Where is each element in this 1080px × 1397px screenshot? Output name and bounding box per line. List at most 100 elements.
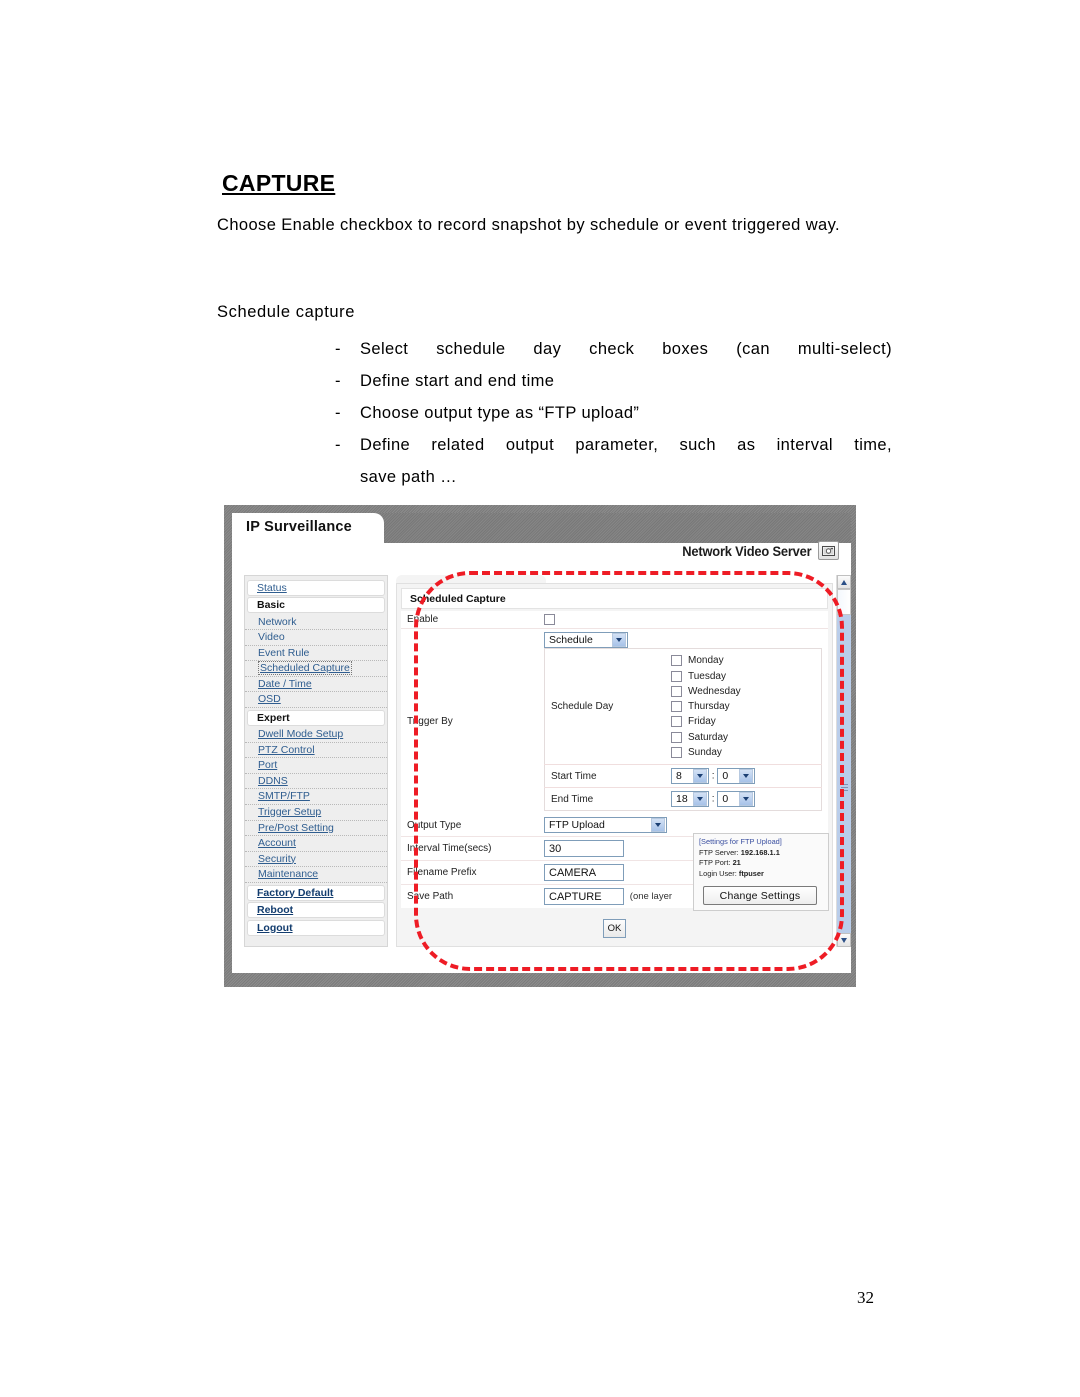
enable-label: Enable xyxy=(401,611,538,630)
sidebar-item-label: Event Rule xyxy=(258,646,310,659)
vertical-scrollbar[interactable] xyxy=(836,575,851,947)
sidebar-item-label: Reboot xyxy=(257,904,294,916)
output-type-value: FTP Upload xyxy=(549,819,605,832)
brand-title: IP Surveillance xyxy=(246,519,352,535)
sidebar-item-event-rule[interactable]: Event Rule xyxy=(245,645,387,662)
sidebar-item-pre-post-setting[interactable]: Pre/Post Setting xyxy=(245,820,387,837)
day-checkbox[interactable] xyxy=(671,731,682,743)
sidebar-item-label: Dwell Mode Setup xyxy=(258,728,344,741)
day-label: Friday xyxy=(688,716,716,728)
day-item-saturday[interactable]: Saturday xyxy=(671,730,815,745)
sidebar-item-network[interactable]: Network xyxy=(245,614,387,631)
sidebar-item-label: Trigger Setup xyxy=(258,806,322,819)
sidebar-item-ptz-control[interactable]: PTZ Control xyxy=(245,742,387,759)
sidebar-item-maintenance[interactable]: Maintenance xyxy=(245,867,387,883)
ftp-user-line: Login User: ftpuser xyxy=(699,869,823,880)
end-hour-value: 18 xyxy=(676,793,688,806)
day-label: Saturday xyxy=(688,731,729,743)
day-checkbox[interactable] xyxy=(671,670,682,682)
ftp-server-label: FTP Server: xyxy=(699,847,739,857)
save-path-note: (one layer xyxy=(629,891,673,903)
day-label: Tuesday xyxy=(688,670,726,682)
end-minute-value: 0 xyxy=(722,793,729,806)
sidebar-item-factory-default[interactable]: Factory Default xyxy=(247,884,385,901)
sidebar-item-label: Maintenance xyxy=(258,868,319,881)
day-checkbox[interactable] xyxy=(671,685,682,697)
day-item-tuesday[interactable]: Tuesday xyxy=(671,668,815,683)
sidebar-group-basic: Basic xyxy=(247,597,385,613)
scroll-down-arrow-icon[interactable] xyxy=(837,933,851,947)
sidebar-item-date-time[interactable]: Date / Time xyxy=(245,676,387,693)
list-item-text: Define start and end time xyxy=(360,372,555,390)
ftp-box-heading: [Settings for FTP Upload] xyxy=(699,837,782,846)
enable-checkbox[interactable] xyxy=(544,614,555,625)
save-path-input[interactable]: CAPTURE xyxy=(544,888,624,906)
sidebar-item-label: Logout xyxy=(257,921,293,934)
day-checkbox[interactable] xyxy=(671,716,682,728)
end-hour-select[interactable]: 18 xyxy=(671,791,709,808)
start-hour-select[interactable]: 8 xyxy=(671,768,709,785)
sidebar-item-video[interactable]: Video xyxy=(245,630,387,646)
filename-prefix-label: Filename Prefix xyxy=(401,860,538,886)
sidebar-item-smtp-ftp[interactable]: SMTP/FTP xyxy=(245,789,387,806)
day-item-sunday[interactable]: Sunday xyxy=(671,745,815,760)
sidebar-item-label: Port xyxy=(258,759,278,772)
day-item-monday[interactable]: Monday xyxy=(671,653,815,668)
sidebar-group-expert: Expert xyxy=(247,709,385,726)
filename-prefix-input[interactable]: CAMERA xyxy=(544,864,624,882)
sidebar-item-trigger-setup[interactable]: Trigger Setup xyxy=(245,805,387,821)
save-path-label: Save Path xyxy=(401,884,538,909)
sidebar-item-reboot[interactable]: Reboot xyxy=(247,902,385,918)
camera-icon[interactable] xyxy=(818,541,839,560)
day-checkbox[interactable] xyxy=(671,655,682,667)
bullet-dash: - xyxy=(335,404,341,422)
scroll-up-arrow-icon[interactable] xyxy=(837,575,851,589)
chevron-down-icon xyxy=(739,792,754,807)
interval-input[interactable]: 30 xyxy=(544,840,624,858)
table-row-start-time: Start Time 8 : 0 xyxy=(544,764,822,789)
enable-cell xyxy=(538,611,828,630)
sidebar-item-security[interactable]: Security xyxy=(245,851,387,868)
sidebar-item-account[interactable]: Account xyxy=(245,836,387,852)
header-brand-tab: IP Surveillance xyxy=(232,513,384,543)
sidebar-item-scheduled-capture[interactable]: Scheduled Capture xyxy=(245,661,387,677)
output-type-select[interactable]: FTP Upload xyxy=(544,817,667,834)
ok-button[interactable]: OK xyxy=(603,919,626,939)
table-row-schedule-day: Schedule Day Monday Tuesday Wednesday Th… xyxy=(544,648,822,766)
sidebar-item-label: DDNS xyxy=(258,774,288,787)
list-item-text: Select schedule day check boxes (can mul… xyxy=(360,340,892,358)
scrollbar-track[interactable] xyxy=(837,589,851,933)
trigger-mode-select[interactable]: Schedule xyxy=(544,632,628,649)
screenshot-figure: IP Surveillance Network Video Server Sta… xyxy=(224,505,856,987)
table-row-enable: Enable xyxy=(401,611,828,630)
start-minute-value: 0 xyxy=(722,770,729,783)
sidebar-item-port[interactable]: Port xyxy=(245,758,387,774)
day-checkbox[interactable] xyxy=(671,747,682,759)
sidebar-item-label: SMTP/FTP xyxy=(258,790,310,803)
sidebar-item-osd[interactable]: OSD xyxy=(245,692,387,709)
content-area: Scheduled Capture Enable Trigger By Sche… xyxy=(396,575,833,947)
sidebar-item-label: Scheduled Capture xyxy=(258,661,352,676)
day-item-friday[interactable]: Friday xyxy=(671,714,815,729)
trigger-by-cell: Schedule Schedule Day Monday Tuesday Wed… xyxy=(538,628,828,815)
ftp-port-line: FTP Port: 21 xyxy=(699,858,823,869)
sidebar-item-label: Account xyxy=(258,837,296,850)
sidebar-item-logout[interactable]: Logout xyxy=(247,919,385,936)
sidebar-nav: Status Basic Network Video Event Rule Sc… xyxy=(244,575,388,947)
bullet-list: - Select schedule day check boxes (can m… xyxy=(317,333,892,493)
sidebar-item-label: Pre/Post Setting xyxy=(258,821,334,834)
day-item-wednesday[interactable]: Wednesday xyxy=(671,684,815,699)
scrollbar-thumb[interactable] xyxy=(837,589,851,615)
list-item: - Define start and end time xyxy=(317,365,892,397)
ftp-user-value: ftpuser xyxy=(738,868,764,878)
chevron-down-icon xyxy=(651,818,665,833)
start-minute-select[interactable]: 0 xyxy=(717,768,756,785)
day-item-thursday[interactable]: Thursday xyxy=(671,699,815,714)
sidebar-item-ddns[interactable]: DDNS xyxy=(245,773,387,790)
sidebar-item-dwell-mode-setup[interactable]: Dwell Mode Setup xyxy=(245,727,387,743)
change-settings-button[interactable]: Change Settings xyxy=(703,886,817,905)
end-minute-select[interactable]: 0 xyxy=(717,791,756,808)
list-item: - Define related output parameter, such … xyxy=(317,429,892,493)
sidebar-item-status[interactable]: Status xyxy=(247,579,385,596)
day-checkbox[interactable] xyxy=(671,701,682,713)
